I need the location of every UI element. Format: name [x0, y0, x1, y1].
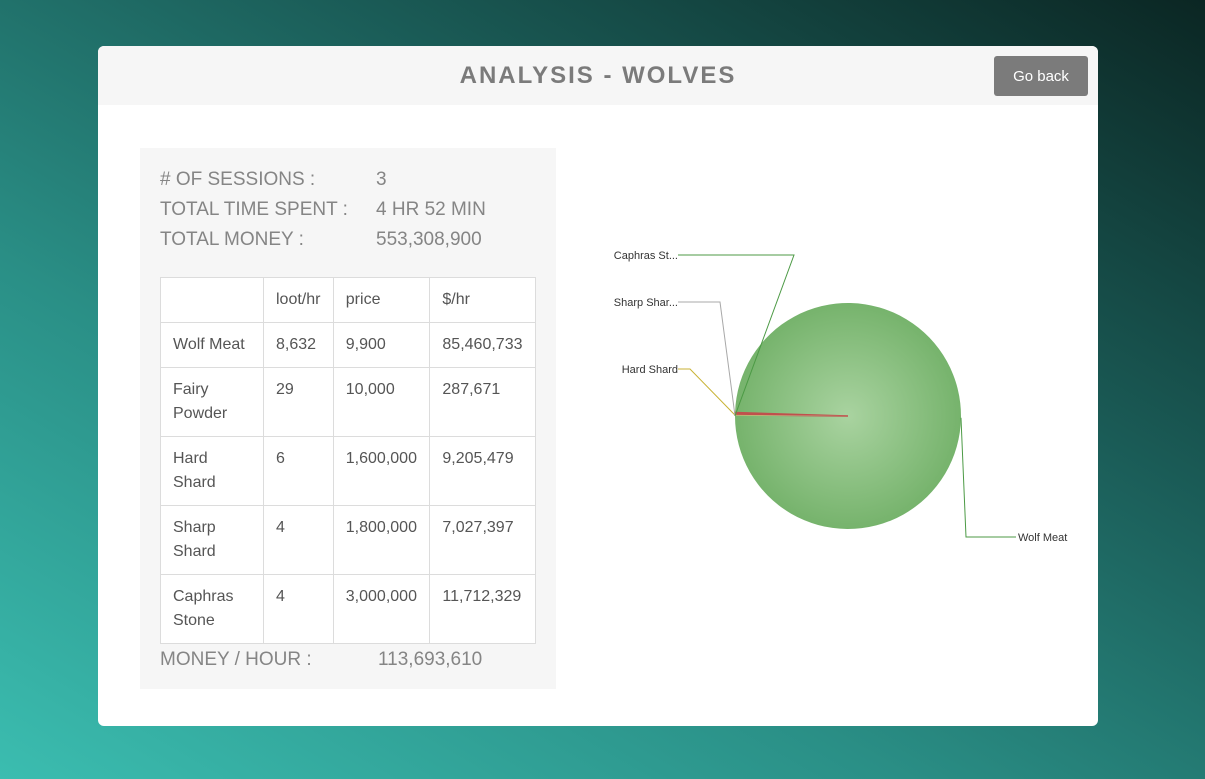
- pie-connector-line: [960, 417, 1016, 538]
- analysis-card: ANALYSIS - WOLVES Go back # OF SESSIONS …: [98, 46, 1098, 726]
- pie-slice-wolf-meat[interactable]: [735, 303, 961, 530]
- pie-label: Wolf Meat: [1018, 532, 1067, 544]
- pie-connector-line: [678, 301, 736, 416]
- pie-label: Hard Shard: [622, 364, 678, 376]
- loot-pie-chart: Wolf Meat Hard Shard Sharp Shar... Caphras …: [614, 250, 1068, 544]
- pie-connector-line: [678, 368, 736, 416]
- pie-label: Caphras St...: [614, 250, 678, 262]
- pie-label: Sharp Shar...: [614, 297, 678, 309]
